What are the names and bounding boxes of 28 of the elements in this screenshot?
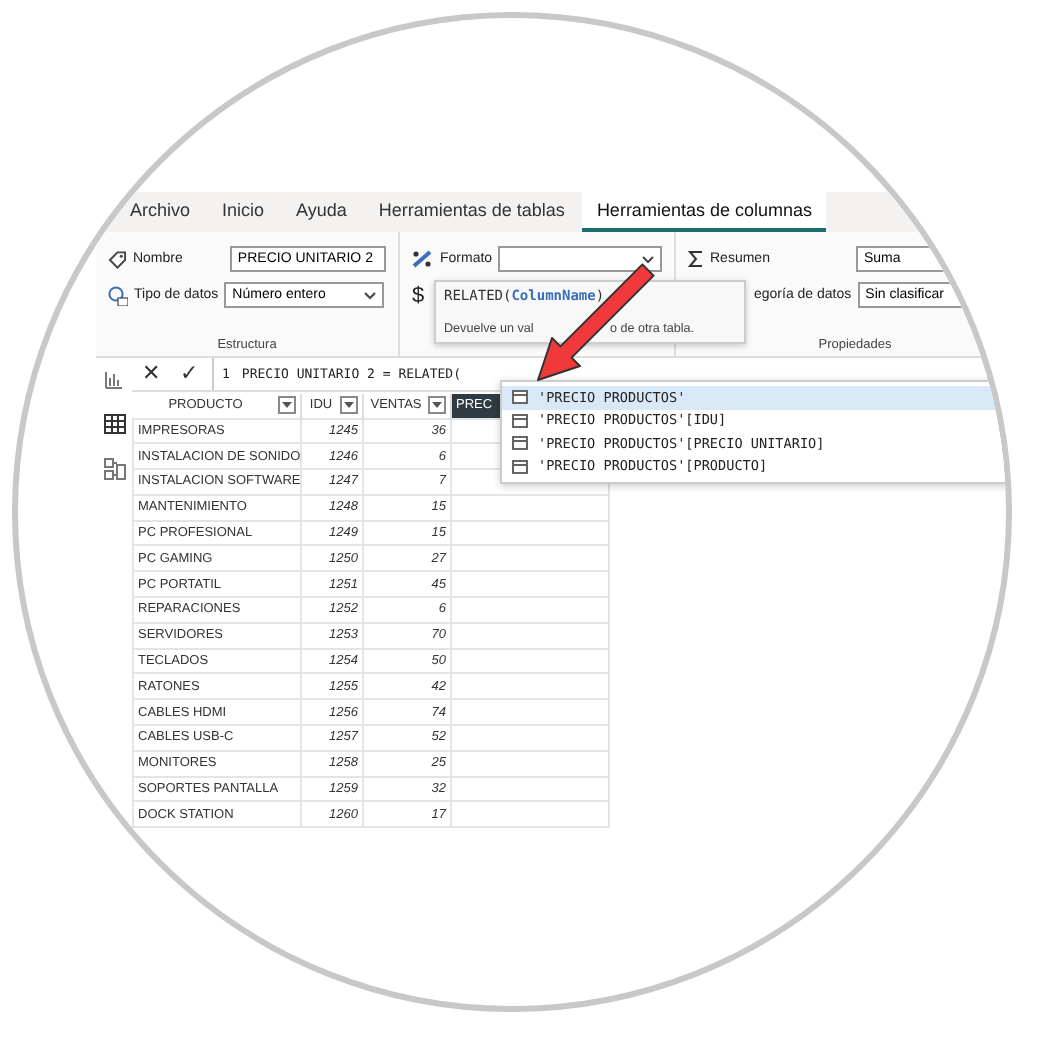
table-icon[interactable] bbox=[103, 414, 125, 434]
caret-icon bbox=[432, 401, 442, 410]
ribbon-tab[interactable]: Archivo bbox=[116, 192, 205, 232]
model-icon[interactable] bbox=[103, 458, 125, 480]
ribbon-tab[interactable]: Herramientas de columnas bbox=[582, 192, 826, 232]
caret-icon bbox=[364, 291, 377, 299]
ribbon-tab[interactable]: Ayuda bbox=[282, 192, 361, 232]
confirm-button[interactable]: ✓ bbox=[174, 363, 204, 385]
filter-button[interactable] bbox=[278, 396, 296, 415]
ribbon-tab[interactable]: Herramientas de tablas bbox=[364, 192, 579, 232]
caret-icon bbox=[282, 401, 292, 410]
caret-icon bbox=[642, 255, 654, 263]
caret-icon bbox=[344, 401, 354, 410]
cancel-button[interactable]: ✕ bbox=[136, 363, 166, 385]
bar-chart-icon[interactable] bbox=[104, 370, 124, 390]
table-icon bbox=[512, 459, 528, 474]
tag-icon bbox=[108, 249, 127, 269]
sigma-icon bbox=[688, 250, 704, 268]
table-icon bbox=[512, 436, 528, 451]
format-select[interactable] bbox=[498, 246, 662, 272]
data-type-icon bbox=[108, 285, 128, 305]
filter-button[interactable] bbox=[340, 396, 358, 415]
ribbon-tab[interactable]: Inicio bbox=[208, 192, 279, 232]
format-icon bbox=[412, 249, 434, 269]
filter-button[interactable] bbox=[428, 396, 446, 415]
table-icon bbox=[512, 413, 528, 428]
table-icon bbox=[512, 390, 528, 405]
currency-symbol[interactable]: $ bbox=[412, 283, 425, 307]
